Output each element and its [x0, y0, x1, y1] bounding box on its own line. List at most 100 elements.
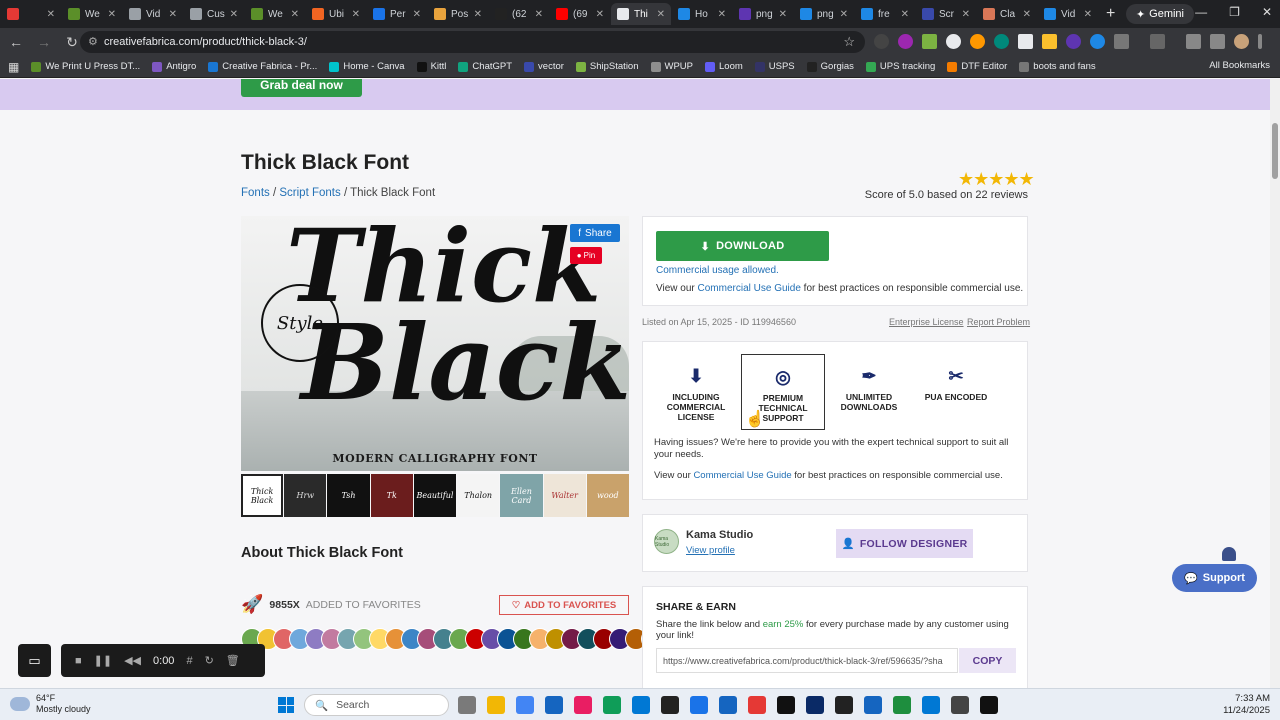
start-button[interactable]	[278, 697, 294, 713]
referral-link-field[interactable]: https://www.creativefabrica.com/product/…	[656, 648, 958, 673]
browser-tab[interactable]: png ✕	[794, 3, 854, 25]
thumbnail[interactable]: Walter	[543, 474, 586, 517]
follow-designer-button[interactable]: 👤 FOLLOW DESIGNER	[836, 529, 973, 558]
browser-tab[interactable]: We ✕	[62, 3, 122, 25]
taskbar-app-icon[interactable]	[922, 696, 940, 714]
taskbar-app-icon[interactable]	[864, 696, 882, 714]
pinterest-pin-button[interactable]: ● Pin	[570, 247, 602, 264]
pause-icon[interactable]: ❚❚	[94, 654, 112, 667]
extension-icon[interactable]	[1042, 34, 1057, 49]
bookmark-item[interactable]: ChatGPT	[458, 61, 512, 72]
browser-tab[interactable]: Ho ✕	[672, 3, 732, 25]
thumbnail[interactable]: Hrw	[284, 474, 327, 517]
tab-close-icon[interactable]: ✕	[535, 9, 543, 20]
grid-icon[interactable]: #	[186, 655, 192, 667]
grab-deal-button[interactable]: Grab deal now	[241, 79, 362, 97]
reading-list-icon[interactable]	[1210, 34, 1225, 49]
bookmark-item[interactable]: Kittl	[416, 61, 446, 72]
tab-close-icon[interactable]: ✕	[901, 9, 909, 20]
extension-icon[interactable]	[874, 34, 889, 49]
tab-close-icon[interactable]: ✕	[1084, 9, 1092, 20]
tab-close-icon[interactable]: ✕	[291, 9, 299, 20]
browser-tab[interactable]: Per ✕	[367, 3, 427, 25]
taskbar-app-icon[interactable]	[719, 696, 737, 714]
browser-tab[interactable]: fre ✕	[855, 3, 915, 25]
facebook-share-button[interactable]: f Share	[570, 224, 620, 242]
extension-icon[interactable]	[1066, 34, 1081, 49]
designer-avatar[interactable]: Kama Studio	[654, 529, 679, 554]
thumbnail[interactable]: Thalon	[457, 474, 500, 517]
browser-tab[interactable]: Thi ✕	[611, 3, 671, 25]
apps-grid-icon[interactable]: ▦	[8, 60, 19, 74]
bookmark-item[interactable]: vector	[524, 61, 564, 72]
page-scrollbar[interactable]	[1270, 79, 1280, 688]
download-tray-icon[interactable]	[1186, 34, 1201, 49]
bookmark-item[interactable]: UPS tracking	[865, 61, 935, 72]
report-problem-link[interactable]: Report Problem	[967, 317, 1030, 327]
bookmark-item[interactable]: ShipStation	[575, 61, 639, 72]
commercial-guide-link[interactable]: Commercial Use Guide	[698, 283, 801, 294]
taskbar-app-icon[interactable]	[632, 696, 650, 714]
support-chat-button[interactable]: 💬 Support	[1172, 564, 1257, 592]
gemini-button[interactable]: ✦ Gemini	[1125, 4, 1194, 24]
tab-close-icon[interactable]: ✕	[596, 9, 604, 20]
forward-icon[interactable]: →	[32, 34, 56, 50]
rating-stars[interactable]: ★★★★★	[958, 169, 1035, 190]
taskbar-app-icon[interactable]	[980, 696, 998, 714]
bookmark-star-icon[interactable]: ☆	[843, 34, 855, 50]
browser-tab[interactable]: png ✕	[733, 3, 793, 25]
add-to-favorites-button[interactable]: ♡ ADD TO FAVORITES	[499, 595, 629, 615]
taskbar-app-icon[interactable]	[951, 696, 969, 714]
tab-close-icon[interactable]: ✕	[962, 9, 970, 20]
extension-icon[interactable]	[970, 34, 985, 49]
bookmark-item[interactable]: Creative Fabrica - Pr...	[208, 61, 317, 72]
camera-toggle-button[interactable]: ▭	[18, 644, 51, 677]
trash-icon[interactable]: 🗑	[226, 654, 240, 667]
taskbar-app-icon[interactable]	[806, 696, 824, 714]
tab-close-icon[interactable]: ✕	[413, 9, 421, 20]
tab-close-icon[interactable]: ✕	[718, 9, 726, 20]
taskbar-app-icon[interactable]	[603, 696, 621, 714]
rewind-icon[interactable]: ◀◀	[124, 654, 141, 667]
taskbar-app-icon[interactable]	[690, 696, 708, 714]
taskbar-app-icon[interactable]	[893, 696, 911, 714]
maximize-icon[interactable]: ❐	[1229, 5, 1240, 19]
profile-avatar[interactable]	[1234, 34, 1249, 49]
browser-tab[interactable]: Ubi ✕	[306, 3, 366, 25]
taskbar-app-icon[interactable]	[574, 696, 592, 714]
browser-tab[interactable]: (69 ✕	[550, 3, 610, 25]
bookmark-item[interactable]: WPUP	[650, 61, 693, 72]
bookmark-item[interactable]: DTF Editor	[947, 61, 1007, 72]
restart-icon[interactable]: ↻	[205, 654, 214, 667]
bookmark-item[interactable]: Antigro	[152, 61, 196, 72]
extension-icon[interactable]	[898, 34, 913, 49]
address-bar[interactable]: ⚙ creativefabrica.com/product/thick-blac…	[80, 31, 865, 53]
taskbar-app-icon[interactable]	[748, 696, 766, 714]
thumbnail[interactable]: wood	[586, 474, 629, 517]
site-info-icon[interactable]: ⚙	[88, 35, 98, 48]
tab-close-icon[interactable]: ✕	[1023, 9, 1031, 20]
tab-close-icon[interactable]: ✕	[352, 9, 360, 20]
tab-close-icon[interactable]: ✕	[779, 9, 787, 20]
browser-tab[interactable]: Cus ✕	[184, 3, 244, 25]
tab-close-icon[interactable]: ✕	[230, 9, 238, 20]
taskbar-app-icon[interactable]	[458, 696, 476, 714]
extension-icon[interactable]	[1018, 34, 1033, 49]
thumbnail[interactable]: Thick Black	[241, 474, 284, 517]
puzzle-icon[interactable]	[1114, 34, 1129, 49]
extension-icon[interactable]	[946, 34, 961, 49]
bookmark-item[interactable]: Gorgias	[806, 61, 854, 72]
download-button[interactable]: ⬇ DOWNLOAD	[656, 231, 829, 261]
taskbar-app-icon[interactable]	[835, 696, 853, 714]
breadcrumb-fonts[interactable]: Fonts	[241, 187, 270, 199]
bookmark-item[interactable]: We Print U Press DT...	[31, 61, 140, 72]
bookmark-item[interactable]: USPS	[754, 61, 795, 72]
browser-tab[interactable]: ✕	[1, 3, 61, 25]
bookmark-item[interactable]: Home - Canva	[329, 61, 405, 72]
feature-commercial-license[interactable]: ⬇ INCLUDING COMMERCIAL LICENSE	[654, 354, 738, 430]
close-window-icon[interactable]: ✕	[1262, 5, 1272, 19]
thumbnail[interactable]: Tsh	[327, 474, 370, 517]
feature-unlimited-downloads[interactable]: ✒ UNLIMITED DOWNLOADS	[827, 354, 911, 430]
copy-link-button[interactable]: COPY	[959, 648, 1016, 673]
minimize-icon[interactable]: —	[1195, 5, 1207, 19]
